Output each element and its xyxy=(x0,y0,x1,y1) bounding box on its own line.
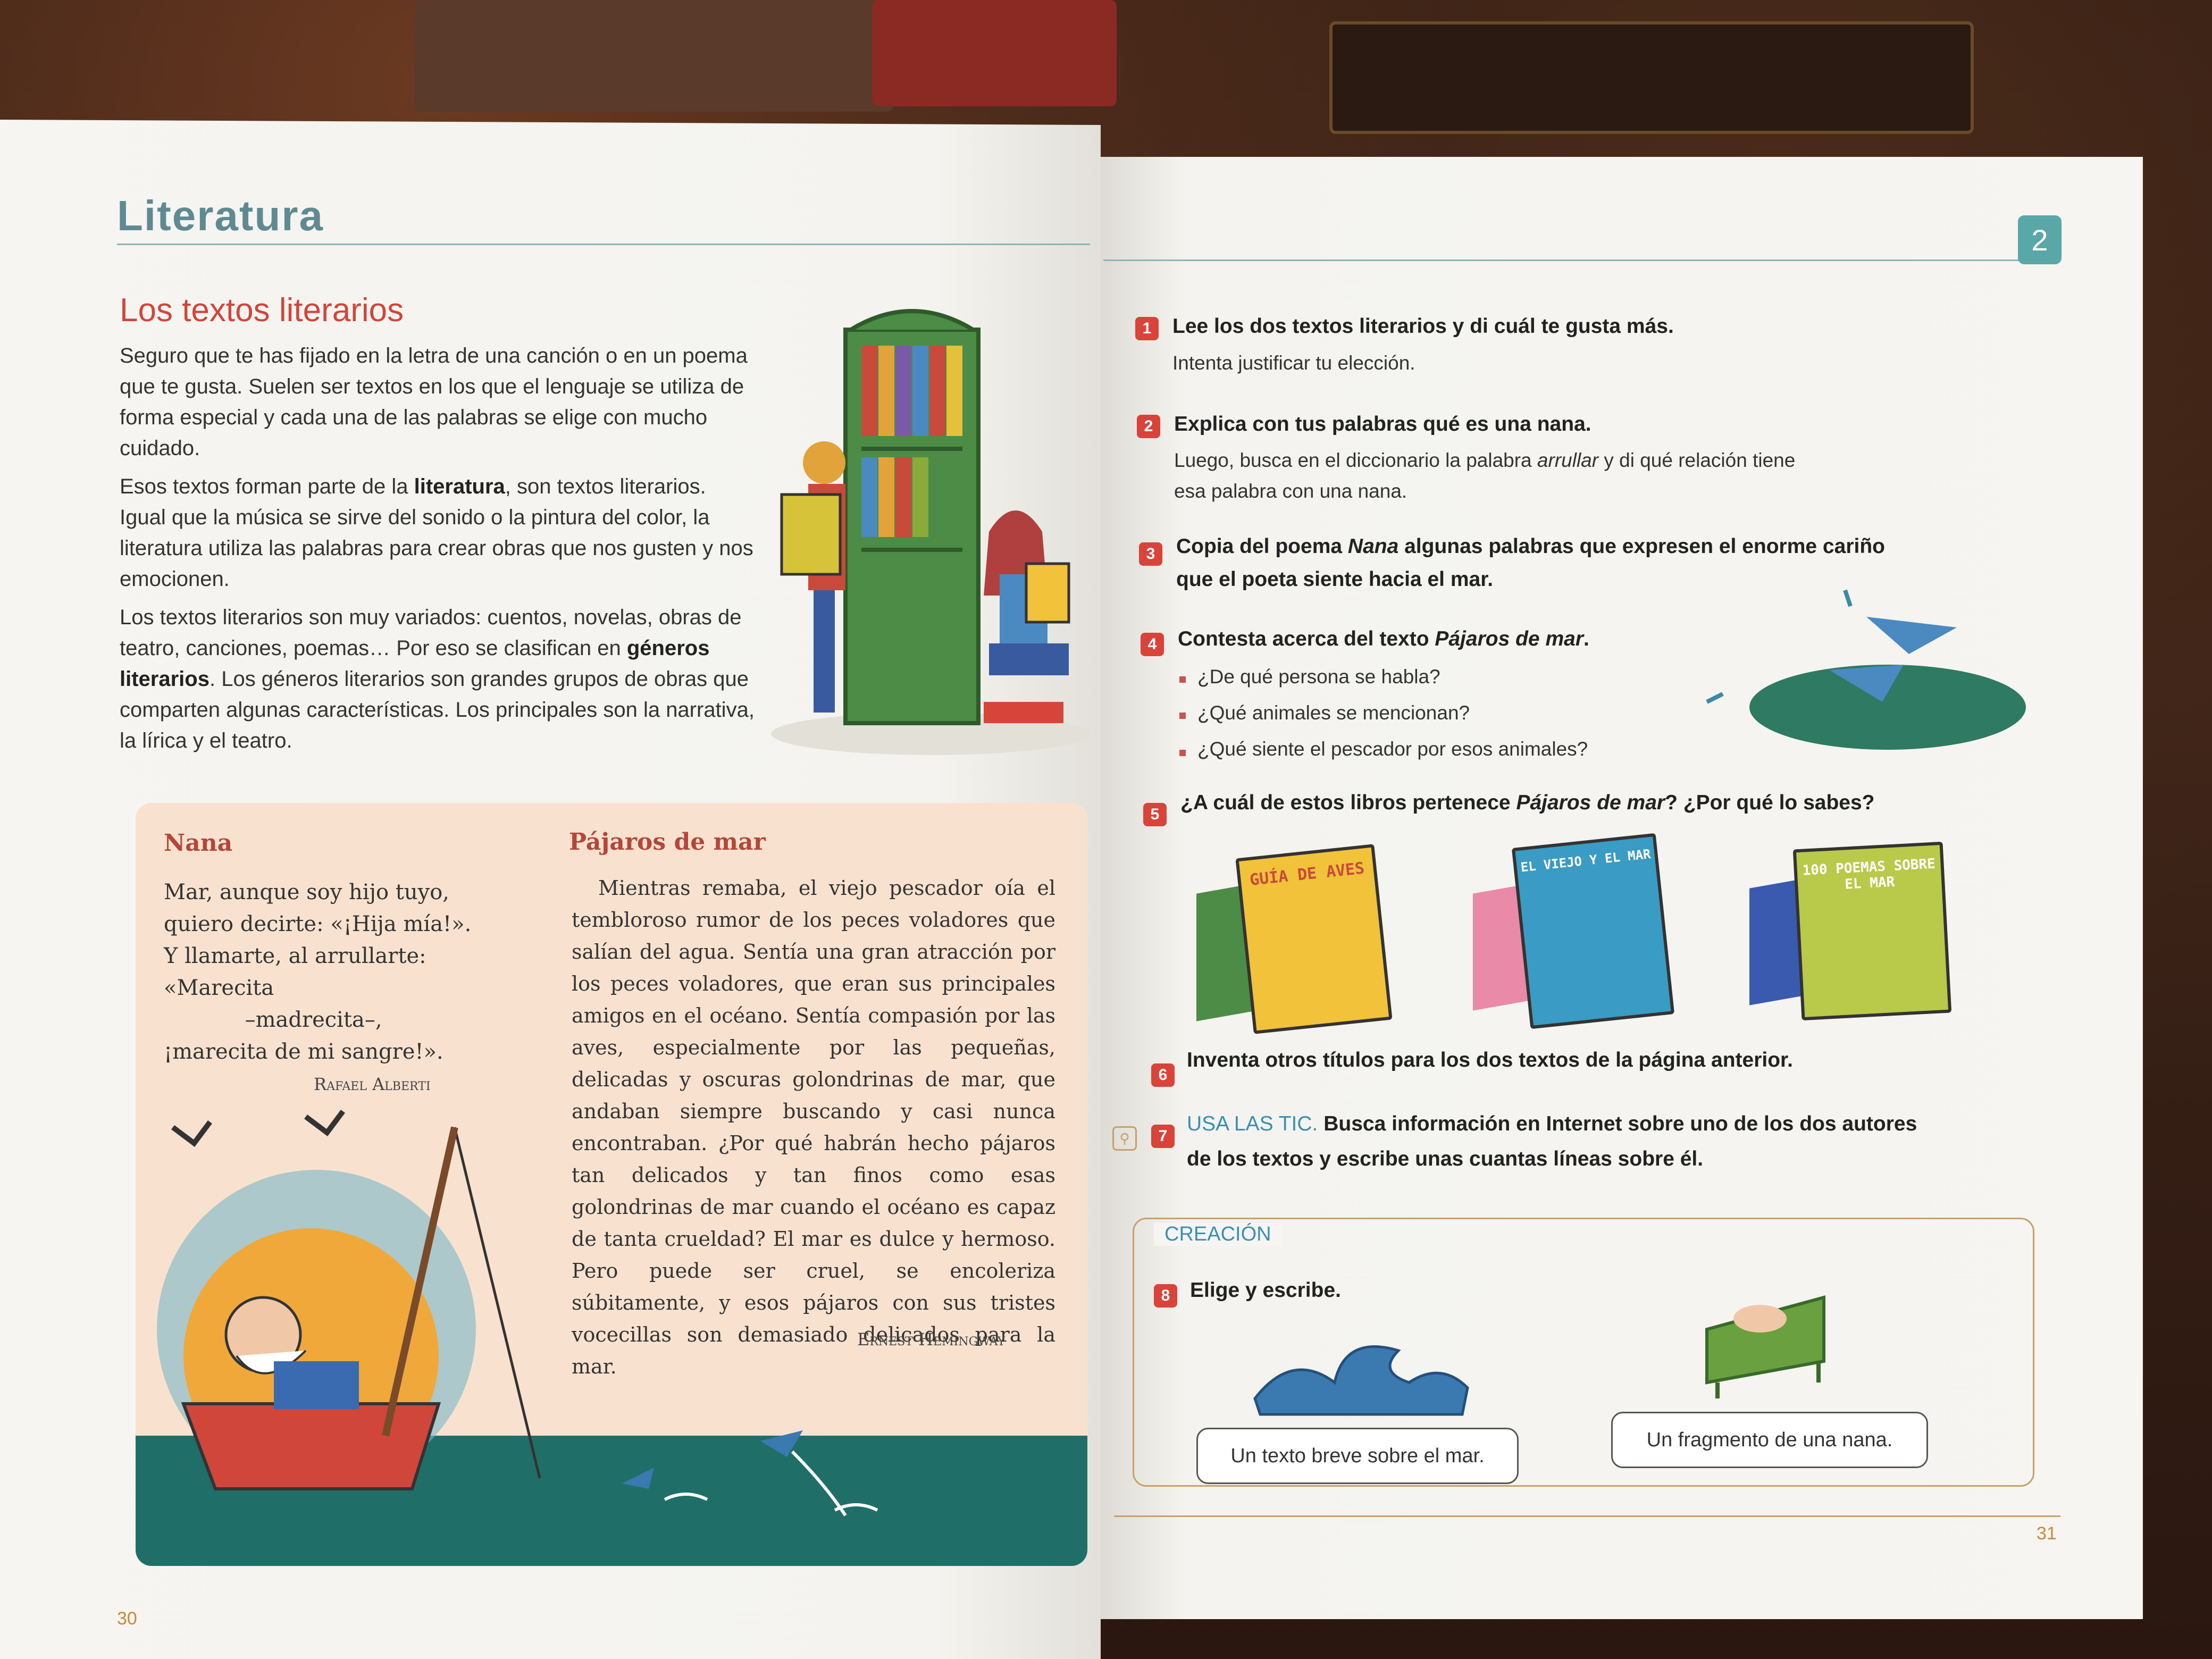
background-book-stack xyxy=(415,0,893,112)
flying-fish-illustration xyxy=(1706,589,2026,750)
book-title: 100 POEMAS SOBRE EL MAR xyxy=(1802,856,1936,893)
prose-body: Mientras remaba, el viejo pescador oía e… xyxy=(572,876,1055,1378)
flying-fish-sea-illustration xyxy=(622,1430,878,1516)
book-option-1[interactable]: GUÍA DE AVES xyxy=(1196,844,1420,1034)
poem-line: Mar, aunque soy hijo tuyo, xyxy=(164,880,449,904)
exercise-question-line2: que el poeta siente hacia el mar. xyxy=(1176,568,1494,591)
book-title: GUÍA DE AVES xyxy=(1249,859,1365,890)
intro-paragraph-3: Los textos literarios son muy variados: … xyxy=(120,606,755,752)
poem-author: Rafael Alberti xyxy=(314,1074,431,1094)
ict-tag: USA LAS TIC. xyxy=(1187,1112,1318,1135)
fisherman-illustration xyxy=(157,1110,541,1490)
bookshelf-readers-illustration xyxy=(771,309,1090,755)
cradle-illustration xyxy=(1705,1295,1825,1398)
poem-title: Nana xyxy=(164,830,233,857)
exercise-number: 5 xyxy=(1143,803,1167,826)
unit-badge: 2 xyxy=(2018,215,2062,264)
exercise-question: Copia del poema Nana algunas palabras qu… xyxy=(1176,535,1885,558)
footer-rule xyxy=(1114,1515,2060,1517)
exercise-instruction: Luego, busca en el diccionario la palabr… xyxy=(1174,449,1796,471)
link-icon: ⚲ xyxy=(1112,1126,1137,1151)
exercise-number: 8 xyxy=(1154,1284,1177,1308)
poem-line: «Marecita xyxy=(164,976,274,1000)
page-number-right: 31 xyxy=(2037,1523,2057,1544)
exercise-bullet: ¿Qué siente el pescador por esos animale… xyxy=(1197,738,1588,760)
intro-text: Seguro que te has fijado en la letra de … xyxy=(120,340,758,764)
exercise-number: 4 xyxy=(1141,633,1164,656)
section-rule xyxy=(117,244,1090,245)
book-option-3[interactable]: 100 POEMAS SOBRE EL MAR xyxy=(1749,841,1983,1021)
exercise-question-line2: de los textos y escribe unas cuantas lín… xyxy=(1187,1147,1704,1170)
exercise-number: 6 xyxy=(1151,1063,1175,1087)
exercise-question: Explica con tus palabras qué es una nana… xyxy=(1174,413,1591,435)
lesson-heading: Los textos literarios xyxy=(120,292,404,329)
section-title: Literatura xyxy=(117,192,324,239)
section-rule-right xyxy=(1103,259,2060,261)
bullet-marker xyxy=(1179,713,1186,719)
exercise-number: 7 xyxy=(1151,1125,1175,1148)
option-lullaby-fragment[interactable]: Un fragmento de una nana. xyxy=(1611,1412,1928,1468)
poem-line: ¡marecita de mi sangre!». xyxy=(164,1040,443,1064)
poem-body: Mar, aunque soy hijo tuyo, quiero decirt… xyxy=(164,876,483,1068)
book-cover: GUÍA DE AVES xyxy=(1235,844,1393,1034)
poem-line: quiero decirte: «¡Hija mía!». xyxy=(164,912,472,936)
option-text-about-sea[interactable]: Un texto breve sobre el mar. xyxy=(1196,1428,1519,1484)
book-cover: 100 POEMAS SOBRE EL MAR xyxy=(1792,841,1952,1021)
exercise-question: Contesta acerca del texto Pájaros de mar… xyxy=(1178,627,1589,650)
book-option-2[interactable]: EL VIEJO Y EL MAR xyxy=(1473,833,1707,1029)
exercise-number: 1 xyxy=(1135,317,1159,340)
exercise-instruction-line2: esa palabra con una nana. xyxy=(1174,480,1407,502)
exercise-instruction: Intenta justificar tu elección. xyxy=(1172,352,1415,374)
poem-line: Y llamarte, al arrullarte: xyxy=(164,944,426,968)
exercise-bullet: ¿Qué animales se mencionan? xyxy=(1197,702,1470,724)
exercise-question: USA LAS TIC. Busca información en Intern… xyxy=(1187,1112,1917,1135)
creation-label: CREACIÓN xyxy=(1154,1223,1282,1246)
background-ornament xyxy=(1329,21,1974,134)
exercise-bullet: ¿De qué persona se habla? xyxy=(1197,666,1440,688)
exercise-question: Lee los dos textos literarios y di cuál … xyxy=(1172,315,1674,338)
intro-paragraph-2: Esos textos forman parte de la literatur… xyxy=(120,475,753,591)
prose-author: Ernest Hemingway xyxy=(857,1329,1006,1350)
wave-illustration xyxy=(1253,1345,1469,1416)
page-number-left: 30 xyxy=(117,1608,137,1629)
bullet-marker xyxy=(1179,676,1186,683)
exercise-number: 2 xyxy=(1137,415,1160,438)
poem-line: –madrecita–, xyxy=(164,1008,382,1032)
intro-paragraph-1: Seguro que te has fijado en la letra de … xyxy=(120,344,748,460)
prose-title: Pájaros de mar xyxy=(569,828,766,856)
exercise-question: Elige y escribe. xyxy=(1190,1279,1341,1302)
background-red-object xyxy=(872,0,1117,106)
exercise-question: Inventa otros títulos para los dos texto… xyxy=(1187,1049,1793,1071)
exercise-question: ¿A cuál de estos libros pertenece Pájaro… xyxy=(1180,791,1875,814)
bullet-marker xyxy=(1179,750,1186,756)
book-title: EL VIEJO Y EL MAR xyxy=(1520,846,1652,875)
exercise-number: 3 xyxy=(1139,542,1162,566)
book-cover: EL VIEJO Y EL MAR xyxy=(1511,833,1675,1029)
